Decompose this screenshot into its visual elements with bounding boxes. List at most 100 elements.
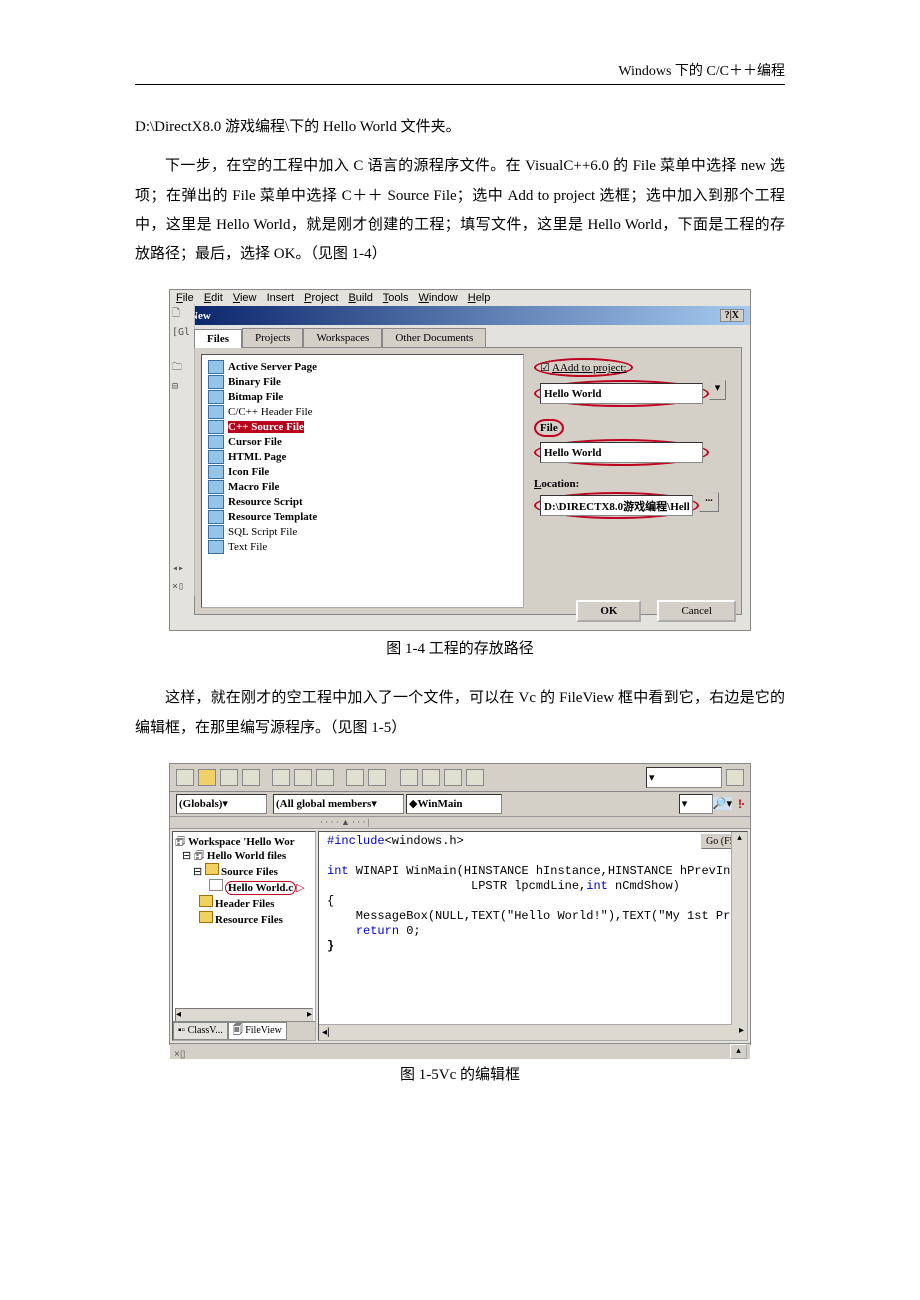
file-icon (208, 540, 224, 554)
tree-resource-files[interactable]: Resource Files (175, 911, 313, 927)
open-icon[interactable] (198, 769, 216, 786)
ruler-bar: · · · · ▲ · · · | (170, 817, 750, 829)
file-icon (208, 420, 224, 434)
ide-menubar[interactable]: File Edit View Insert Project Build Tool… (170, 290, 750, 306)
menu-edit[interactable]: Edit (204, 292, 223, 304)
file-icon (208, 525, 224, 539)
file-icon (208, 405, 224, 419)
redo-icon[interactable] (368, 769, 386, 786)
wiz-icon-circled[interactable] (742, 803, 744, 805)
scroll-up-icon[interactable]: ▴ (730, 1044, 747, 1059)
menu-view[interactable]: View (233, 292, 257, 304)
tree-workspace[interactable]: 🗊 Workspace 'Hello Wor (175, 835, 313, 849)
code-editor[interactable]: Go (F5)#include<windows.h> int WINAPI Wi… (318, 831, 748, 1041)
dialog-buttons: OK Cancel (576, 600, 736, 622)
caption-1-4: 图 1-4 工程的存放路径 (135, 637, 785, 658)
folder-icon (199, 911, 213, 923)
menu-insert[interactable]: Insert (267, 292, 295, 304)
menu-build[interactable]: Build (348, 292, 372, 304)
item-binary[interactable]: Binary File (208, 374, 517, 389)
tree-source-files[interactable]: ⊟ Source Files (175, 863, 313, 879)
code-scrollbar-h[interactable]: ◂|▸ (319, 1024, 747, 1040)
toolbar-icon[interactable] (176, 769, 194, 786)
menu-help[interactable]: Help (468, 292, 491, 304)
ide-bottom-bar: ×▯ ▴ (170, 1043, 750, 1059)
save-all-icon[interactable] (242, 769, 260, 786)
tab-projects[interactable]: Projects (242, 328, 303, 347)
file-icon (208, 465, 224, 479)
menu-window[interactable]: Window (419, 292, 458, 304)
add-to-project-checkbox[interactable]: ☑ AAdd to project: (534, 358, 729, 377)
folder-icon (205, 863, 219, 875)
tab-fileview[interactable]: 🗐 FileView (228, 1022, 287, 1040)
toolbar-combo[interactable]: ▾ (646, 767, 722, 788)
dialog-tabs: Files Projects Workspaces Other Document… (194, 328, 750, 347)
copy-icon[interactable] (294, 769, 312, 786)
toolbar-icon[interactable] (444, 769, 462, 786)
file-icon (208, 450, 224, 464)
item-cpp-source[interactable]: C++ Source File (208, 419, 517, 434)
item-html[interactable]: HTML Page (208, 449, 517, 464)
item-icon[interactable]: Icon File (208, 464, 517, 479)
file-icon (208, 510, 224, 524)
item-sql[interactable]: SQL Script File (208, 524, 517, 539)
item-asp[interactable]: Active Server Page (208, 359, 517, 374)
tab-other-documents[interactable]: Other Documents (382, 328, 486, 347)
save-icon[interactable] (220, 769, 238, 786)
tree-tabs: ▪▫ ClassV... 🗐 FileView (173, 1021, 315, 1040)
menu-tools[interactable]: Tools (383, 292, 409, 304)
para-1: D:\DirectX8.0 游戏编程\下的 Hello World 文件夹。 (135, 113, 785, 142)
fileview-tree[interactable]: 🗊 Workspace 'Hello Wor ⊟ 🗊 Hello World f… (172, 831, 316, 1041)
file-icon (209, 879, 223, 891)
code-scrollbar-v[interactable]: ▴ (731, 832, 747, 1025)
wizard-bar: (Globals) ▾ (All global members ▾ ◆ WinM… (170, 792, 750, 817)
para-3: 这样，就在刚才的空工程中加入了一个文件，可以在 Vc 的 FileView 框中… (135, 684, 785, 743)
location-label: Location: (534, 478, 729, 490)
tree-header-files[interactable]: Header Files (175, 895, 313, 911)
file-type-list[interactable]: Active Server Page Binary File Bitmap Fi… (201, 354, 524, 608)
location-input[interactable] (540, 495, 693, 516)
tree-file-selected[interactable]: Hello World.c▷ (175, 879, 313, 895)
dialog-titlebar[interactable]: New ?|X (184, 306, 750, 325)
tree-project[interactable]: ⊟ 🗊 Hello World files (175, 849, 313, 863)
project-combo[interactable] (540, 383, 703, 404)
tab-classview[interactable]: ▪▫ ClassV... (173, 1022, 228, 1040)
tab-files[interactable]: Files (194, 329, 242, 348)
find-icon[interactable] (466, 769, 484, 786)
figure-1-4: File Edit View Insert Project Build Tool… (169, 289, 751, 631)
item-text[interactable]: Text File (208, 539, 517, 554)
toolbar-icon[interactable] (726, 769, 744, 786)
scope-combo[interactable]: (Globals) ▾ (176, 794, 267, 814)
undo-icon[interactable] (346, 769, 364, 786)
item-bitmap[interactable]: Bitmap File (208, 389, 517, 404)
item-cursor[interactable]: Cursor File (208, 434, 517, 449)
toolbar-icon[interactable] (400, 769, 418, 786)
file-label: File (534, 419, 729, 437)
paste-icon[interactable] (316, 769, 334, 786)
file-icon (208, 360, 224, 374)
members-combo[interactable]: (All global members ▾ (273, 794, 404, 814)
file-icon (208, 375, 224, 389)
item-resource-script[interactable]: Resource Script (208, 494, 517, 509)
folder-icon (199, 895, 213, 907)
menu-file[interactable]: File (176, 292, 194, 304)
ide-body: 🗊 Workspace 'Hello Wor ⊟ 🗊 Hello World f… (170, 829, 750, 1043)
file-name-input[interactable] (540, 442, 703, 463)
para-2: 下一步，在空的工程中加入 C 语言的源程序文件。在 VisualC++6.0 的… (135, 152, 785, 269)
nav-combo[interactable]: ▾ (679, 794, 713, 814)
ide-toolbar[interactable]: ▾ (170, 764, 750, 792)
item-macro[interactable]: Macro File (208, 479, 517, 494)
cancel-button[interactable]: Cancel (657, 600, 736, 622)
item-header[interactable]: C/C++ Header File (208, 404, 517, 419)
ok-button[interactable]: OK (576, 600, 641, 622)
page-header: Windows 下的 C/C＋＋编程 (135, 60, 785, 85)
menu-project[interactable]: Project (304, 292, 338, 304)
cut-icon[interactable] (272, 769, 290, 786)
toolbar-icon[interactable] (422, 769, 440, 786)
wizard-icon[interactable]: 🔎▾ (713, 797, 732, 810)
item-resource-template[interactable]: Resource Template (208, 509, 517, 524)
figure-1-5: ▾ (Globals) ▾ (All global members ▾ ◆ Wi… (169, 763, 751, 1045)
function-combo[interactable]: ◆ WinMain (406, 794, 502, 814)
dialog-close-icon[interactable]: ?|X (720, 309, 744, 322)
tab-workspaces[interactable]: Workspaces (303, 328, 382, 347)
